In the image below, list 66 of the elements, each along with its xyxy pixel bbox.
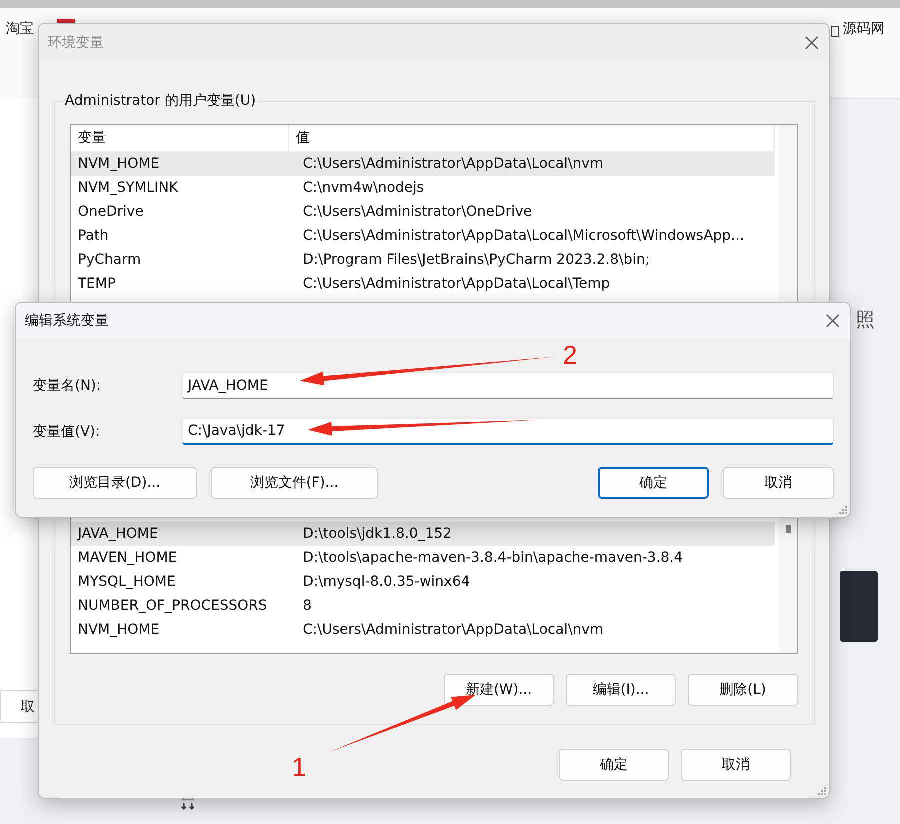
text-field[interactable]: JAVA_HOME	[182, 372, 834, 399]
variable-name: TEMP	[77, 275, 117, 294]
variable-value: C:\Users\Administrator\AppData\Local\Temp	[302, 275, 612, 294]
bookmark-icon	[831, 26, 839, 37]
variable-row[interactable]: NVM_HOME C:\Users\Administrator\AppData\Local\nvm	[71, 152, 775, 176]
text-field[interactable]: C:\Java\jdk-17	[182, 418, 834, 445]
dialog-button[interactable]: 确定	[559, 749, 669, 781]
browse-button[interactable]: 浏览文件(F)...	[211, 467, 378, 499]
variable-value: D:\tools\jdk1.8.0_152	[302, 525, 453, 544]
variable-row[interactable]: OneDrive C:\Users\Administrator\OneDrive	[71, 200, 775, 224]
variable-value: D:\Program Files\JetBrains\PyCharm 2023.2.8\bin;	[302, 251, 652, 270]
variable-row[interactable]: PyCharm D:\Program Files\JetBrains\PyCharm 2023.2.8\bin;	[71, 248, 775, 272]
list-action-button[interactable]: 编辑(I)...	[566, 674, 676, 706]
cancel-button[interactable]: 取	[0, 690, 40, 723]
close-icon[interactable]	[805, 36, 819, 50]
variable-row[interactable]: NVM_HOME C:\Users\Administrator\AppData\Local\nvm	[71, 618, 775, 642]
step-number: 1	[292, 752, 306, 783]
field-label: 变量名(N):	[33, 376, 102, 394]
column-header[interactable]: 变量	[71, 125, 289, 151]
variable-name: NVM_SYMLINK	[77, 179, 180, 198]
variable-name: MAVEN_HOME	[77, 549, 178, 568]
close-icon[interactable]	[826, 314, 840, 328]
variable-name: NUMBER_OF_PROCESSORS	[77, 597, 268, 616]
bookmark-link[interactable]: 源码网	[843, 20, 885, 38]
sort-icon[interactable]	[180, 797, 196, 811]
page-text: 照	[856, 308, 875, 333]
browse-button[interactable]: 浏览目录(D)...	[33, 467, 197, 499]
title-bar[interactable]: 编辑系统变量	[16, 303, 850, 339]
variable-row[interactable]: Path C:\Users\Administrator\AppData\Local\Microsoft\WindowsApp...	[71, 224, 775, 248]
variable-value: C:\Users\Administrator\AppData\Local\nvm	[302, 621, 605, 640]
variable-row[interactable]: JAVA_HOME D:\tools\jdk1.8.0_152	[71, 522, 775, 546]
dark-panel	[840, 571, 878, 642]
variable-row[interactable]: NVM_SYMLINK C:\nvm4w\nodejs	[71, 176, 775, 200]
dialog-button[interactable]: 确定	[598, 467, 709, 499]
step-number: 2	[563, 340, 578, 371]
variable-row[interactable]: MAVEN_HOME D:\tools\apache-maven-3.8.4-bin\apache-maven-3.8.4	[71, 546, 775, 570]
variable-name: NVM_HOME	[77, 621, 161, 640]
variable-row[interactable]: MYSQL_HOME D:\mysql-8.0.35-winx64	[71, 570, 775, 594]
variable-name: Path	[77, 227, 110, 246]
variable-value: 8	[302, 597, 313, 616]
dialog-button[interactable]: 取消	[723, 467, 834, 499]
variable-name: PyCharm	[77, 251, 142, 270]
variable-value: C:\Users\Administrator\AppData\Local\Microsoft\WindowsApp...	[302, 227, 746, 246]
variable-value: C:\nvm4w\nodejs	[302, 179, 426, 198]
variable-name: JAVA_HOME	[76, 525, 160, 544]
variable-value: C:\Users\Administrator\OneDrive	[302, 203, 534, 222]
variable-row[interactable]: TEMP C:\Users\Administrator\AppData\Local\Temp	[71, 272, 775, 296]
variable-value: D:\mysql-8.0.35-winx64	[302, 573, 472, 592]
dialog-button[interactable]: 取消	[681, 749, 791, 781]
variable-name: OneDrive	[77, 203, 145, 222]
list-action-button[interactable]: 新建(W)...	[444, 674, 554, 706]
variable-value: D:\tools\apache-maven-3.8.4-bin\apache-maven-3.8.4	[302, 549, 684, 568]
field-label: 变量值(V):	[33, 422, 102, 440]
resize-grip-icon[interactable]	[838, 505, 848, 515]
variable-row[interactable]: NUMBER_OF_PROCESSORS 8	[71, 594, 775, 618]
scrollbar-thumb[interactable]	[786, 525, 791, 533]
list-action-button[interactable]: 删除(L)	[688, 674, 798, 706]
window-title: 环境变量	[48, 34, 104, 52]
column-header[interactable]: 值	[289, 125, 775, 151]
browser-tab[interactable]: 淘宝	[6, 20, 34, 38]
resize-grip-icon[interactable]	[817, 786, 827, 796]
variable-value: C:\Users\Administrator\AppData\Local\nvm	[302, 155, 605, 174]
variable-name: MYSQL_HOME	[77, 573, 177, 592]
variable-name: NVM_HOME	[77, 155, 161, 174]
group-title: Administrator 的用户变量(U)	[63, 92, 258, 110]
dialog-title: 编辑系统变量	[25, 312, 109, 330]
